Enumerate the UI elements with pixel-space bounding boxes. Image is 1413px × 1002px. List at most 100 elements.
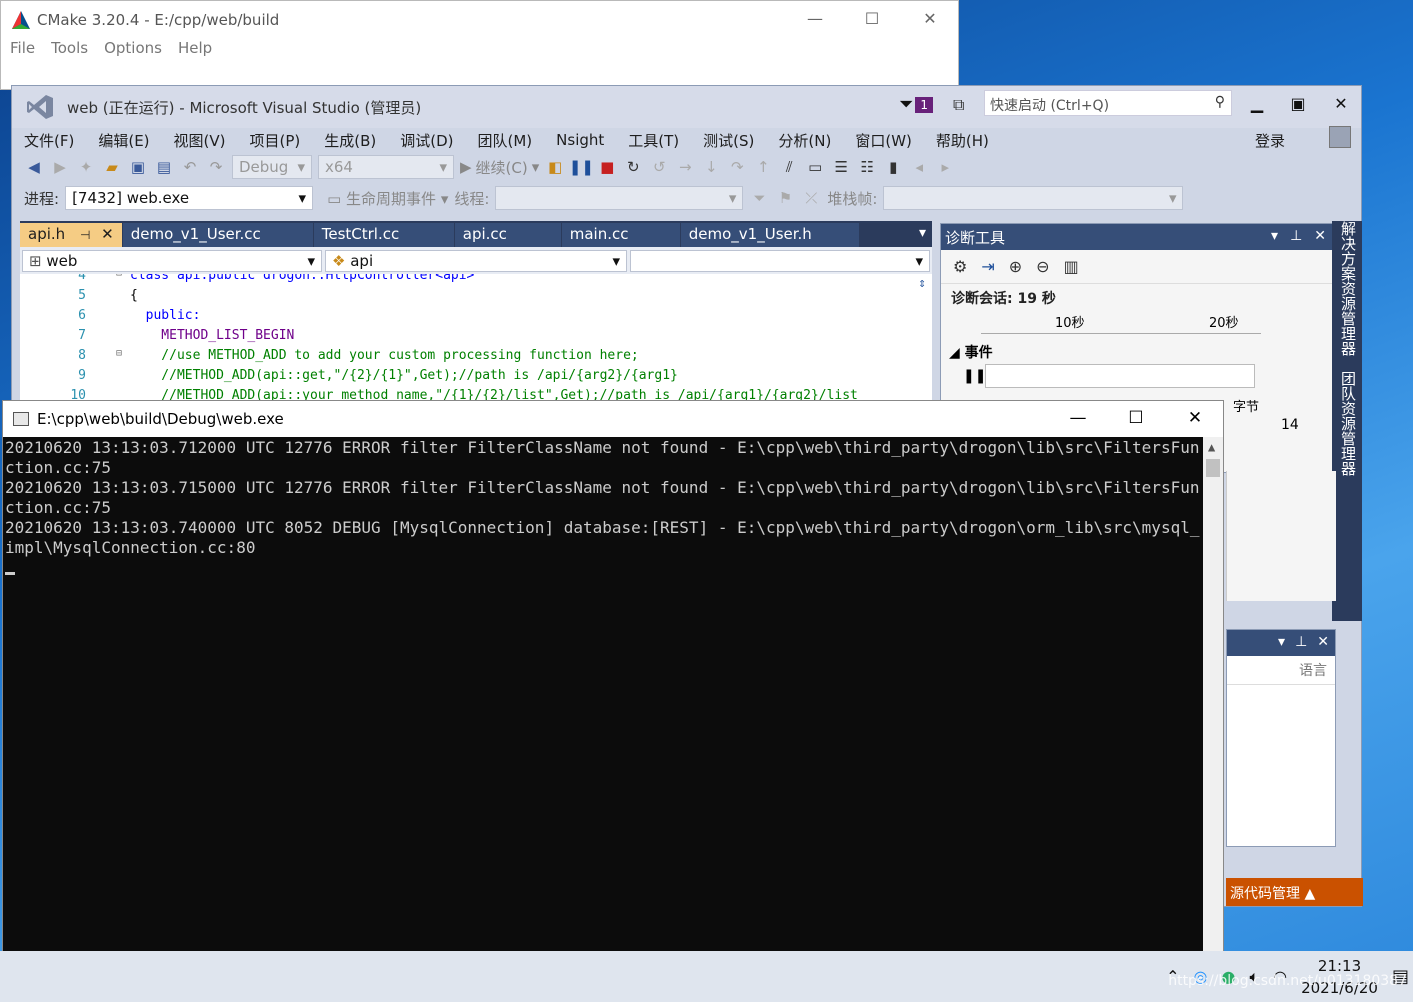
cmake-menu-tools[interactable]: Tools [51, 39, 88, 57]
console-close-button[interactable]: ✕ [1166, 408, 1224, 428]
notifications[interactable]: ⏷ 1 ⧉ [899, 94, 964, 115]
menu-edit[interactable]: 编辑(E) [98, 130, 149, 151]
export-icon[interactable]: ⇥ [981, 257, 994, 276]
save-icon[interactable]: ▣ [128, 157, 148, 177]
menu-build[interactable]: 生成(B) [324, 130, 376, 151]
comment-icon[interactable]: ☰ [831, 157, 851, 177]
vs-minimize-button[interactable]: ▁ [1237, 94, 1277, 113]
console-maximize-button[interactable]: ☐ [1107, 408, 1165, 428]
save-all-icon[interactable]: ▤ [154, 157, 174, 177]
pin-icon[interactable]: ⊥ [1295, 634, 1307, 652]
show-next-statement-icon[interactable]: → [675, 157, 695, 177]
login-link[interactable]: 登录 [1255, 130, 1285, 151]
solution-explorer-tab[interactable]: 解决方案资源管理器 [1338, 221, 1359, 356]
flag-thread-icon[interactable]: ⚑ [775, 188, 795, 208]
menu-analyze[interactable]: 分析(N) [778, 130, 831, 151]
source-control-status[interactable]: 源代码管理 ▲ [1226, 878, 1363, 906]
tab-testctrl-cc[interactable]: TestCtrl.cc [313, 223, 454, 247]
cmake-menu-file[interactable]: File [10, 39, 35, 57]
menu-debug[interactable]: 调试(D) [400, 130, 453, 151]
zoom-in-icon[interactable]: ⊕ [1009, 257, 1022, 276]
tab-api-h[interactable]: api.h ⊣ ✕ [20, 223, 122, 247]
tab-overflow-icon[interactable]: ▾ [919, 225, 926, 241]
stack-frame-dropdown[interactable]: ▾ [883, 186, 1184, 210]
continue-button[interactable]: ▶ 继续(C) ▾ [460, 157, 539, 178]
menu-help[interactable]: 帮助(H) [936, 130, 989, 151]
show-flagged-icon[interactable]: ⤫ [801, 188, 821, 208]
dropdown-icon[interactable]: ▾ [1278, 634, 1285, 652]
zoom-out-icon[interactable]: ⊖ [1036, 257, 1049, 276]
bookmark-icon[interactable]: ▮ [883, 157, 903, 177]
tab-api-cc[interactable]: api.cc [454, 223, 561, 247]
close-icon[interactable]: ✕ [1314, 228, 1326, 244]
scroll-up-icon[interactable]: ▲ [1208, 437, 1215, 457]
pause-icon[interactable]: ❚❚ [963, 368, 986, 384]
prev-bookmark-icon[interactable]: ◂ [909, 157, 929, 177]
tab-demo-v1-user-h[interactable]: demo_v1_User.h [680, 223, 859, 247]
redo-icon[interactable]: ↷ [206, 157, 226, 177]
stop-icon[interactable]: ■ [597, 157, 617, 177]
undo-icon[interactable]: ↶ [180, 157, 200, 177]
close-icon[interactable]: ✕ [1317, 634, 1329, 652]
project-dropdown[interactable]: ⊞ web ▾ [22, 249, 322, 272]
collapse-icon[interactable]: ⊟ [116, 274, 122, 279]
process-dropdown[interactable]: [7432] web.exe ▾ [65, 186, 314, 210]
pause-icon[interactable]: ❚❚ [569, 157, 594, 177]
menu-file[interactable]: 文件(F) [24, 130, 74, 151]
cmake-maximize-button[interactable]: ☐ [843, 9, 901, 28]
member-dropdown[interactable]: ▾ [630, 249, 930, 272]
team-explorer-tab[interactable]: 团队资源管理器 [1338, 371, 1359, 476]
lifecycle-events-dropdown[interactable]: ▭ 生命周期事件 ▾ [327, 188, 448, 209]
pin-icon[interactable]: ⊣ [80, 228, 90, 242]
close-icon[interactable]: ✕ [101, 225, 114, 243]
threads-icon[interactable]: ⫽ [779, 157, 799, 177]
step-over-icon[interactable]: ↷ [727, 157, 747, 177]
filter-icon[interactable]: ⏷ [749, 188, 769, 208]
quick-launch-input[interactable]: 快速启动 (Ctrl+Q) ⚲ [984, 90, 1232, 116]
vs-close-button[interactable]: ✕ [1321, 94, 1361, 113]
dropdown-icon[interactable]: ▾ [1271, 228, 1278, 244]
menu-view[interactable]: 视图(V) [174, 130, 226, 151]
feedback-icon[interactable]: ⧉ [953, 95, 964, 115]
console-output[interactable]: 20210620 13:13:03.712000 UTC 12776 ERROR… [3, 437, 1223, 953]
open-folder-icon[interactable]: ▰ [102, 157, 122, 177]
collapse-icon[interactable]: ⊟ [116, 348, 122, 359]
pin-icon[interactable]: ⊥ [1290, 228, 1302, 244]
hex-display-icon[interactable]: ▭ [805, 157, 825, 177]
chart-icon[interactable]: ▥ [1064, 257, 1079, 276]
config-dropdown[interactable]: Debug ▾ [232, 155, 312, 179]
tab-demo-v1-user-cc[interactable]: demo_v1_User.cc [122, 223, 313, 247]
menu-test[interactable]: 测试(S) [703, 130, 754, 151]
menu-nsight[interactable]: Nsight [556, 131, 604, 149]
scope-dropdown[interactable]: ❖ api ▾ [325, 249, 627, 272]
cmake-menu-options[interactable]: Options [104, 39, 162, 57]
settings-gear-icon[interactable]: ⚙ [953, 257, 967, 276]
diag-timeline[interactable]: 10秒 20秒 [981, 312, 1261, 334]
vs-maximize-button[interactable]: ▣ [1278, 94, 1318, 113]
thread-dropdown[interactable]: ▾ [495, 186, 744, 210]
split-view-icon[interactable]: ⇕ [918, 276, 926, 291]
platform-dropdown[interactable]: x64 ▾ [318, 155, 454, 179]
back-icon[interactable]: ◀ [24, 157, 44, 177]
code-area[interactable]: 4 class api:public drogon::HttpControlle… [20, 274, 932, 401]
attach-icon[interactable]: ◧ [545, 157, 565, 177]
step-into-icon[interactable]: ↓ [701, 157, 721, 177]
step-out-icon[interactable]: ↑ [753, 157, 773, 177]
uncomment-icon[interactable]: ☷ [857, 157, 877, 177]
console-minimize-button[interactable]: — [1049, 408, 1107, 428]
forward-icon[interactable]: ▶ [50, 157, 70, 177]
menu-window[interactable]: 窗口(W) [855, 130, 912, 151]
next-bookmark-icon[interactable]: ▸ [935, 157, 955, 177]
new-project-icon[interactable]: ✦ [76, 157, 96, 177]
menu-tools[interactable]: 工具(T) [628, 130, 679, 151]
scroll-thumb[interactable] [1206, 459, 1220, 477]
menu-team[interactable]: 团队(M) [478, 130, 533, 151]
restart-icon[interactable]: ↻ [623, 157, 643, 177]
cmake-minimize-button[interactable]: — [786, 9, 844, 28]
tab-main-cc[interactable]: main.cc [561, 223, 680, 247]
hot-reload-icon[interactable]: ↺ [649, 157, 669, 177]
console-scrollbar[interactable]: ▲ [1203, 437, 1223, 953]
menu-project[interactable]: 项目(P) [250, 130, 301, 151]
account-avatar-icon[interactable] [1329, 126, 1351, 148]
cmake-menu-help[interactable]: Help [178, 39, 212, 57]
